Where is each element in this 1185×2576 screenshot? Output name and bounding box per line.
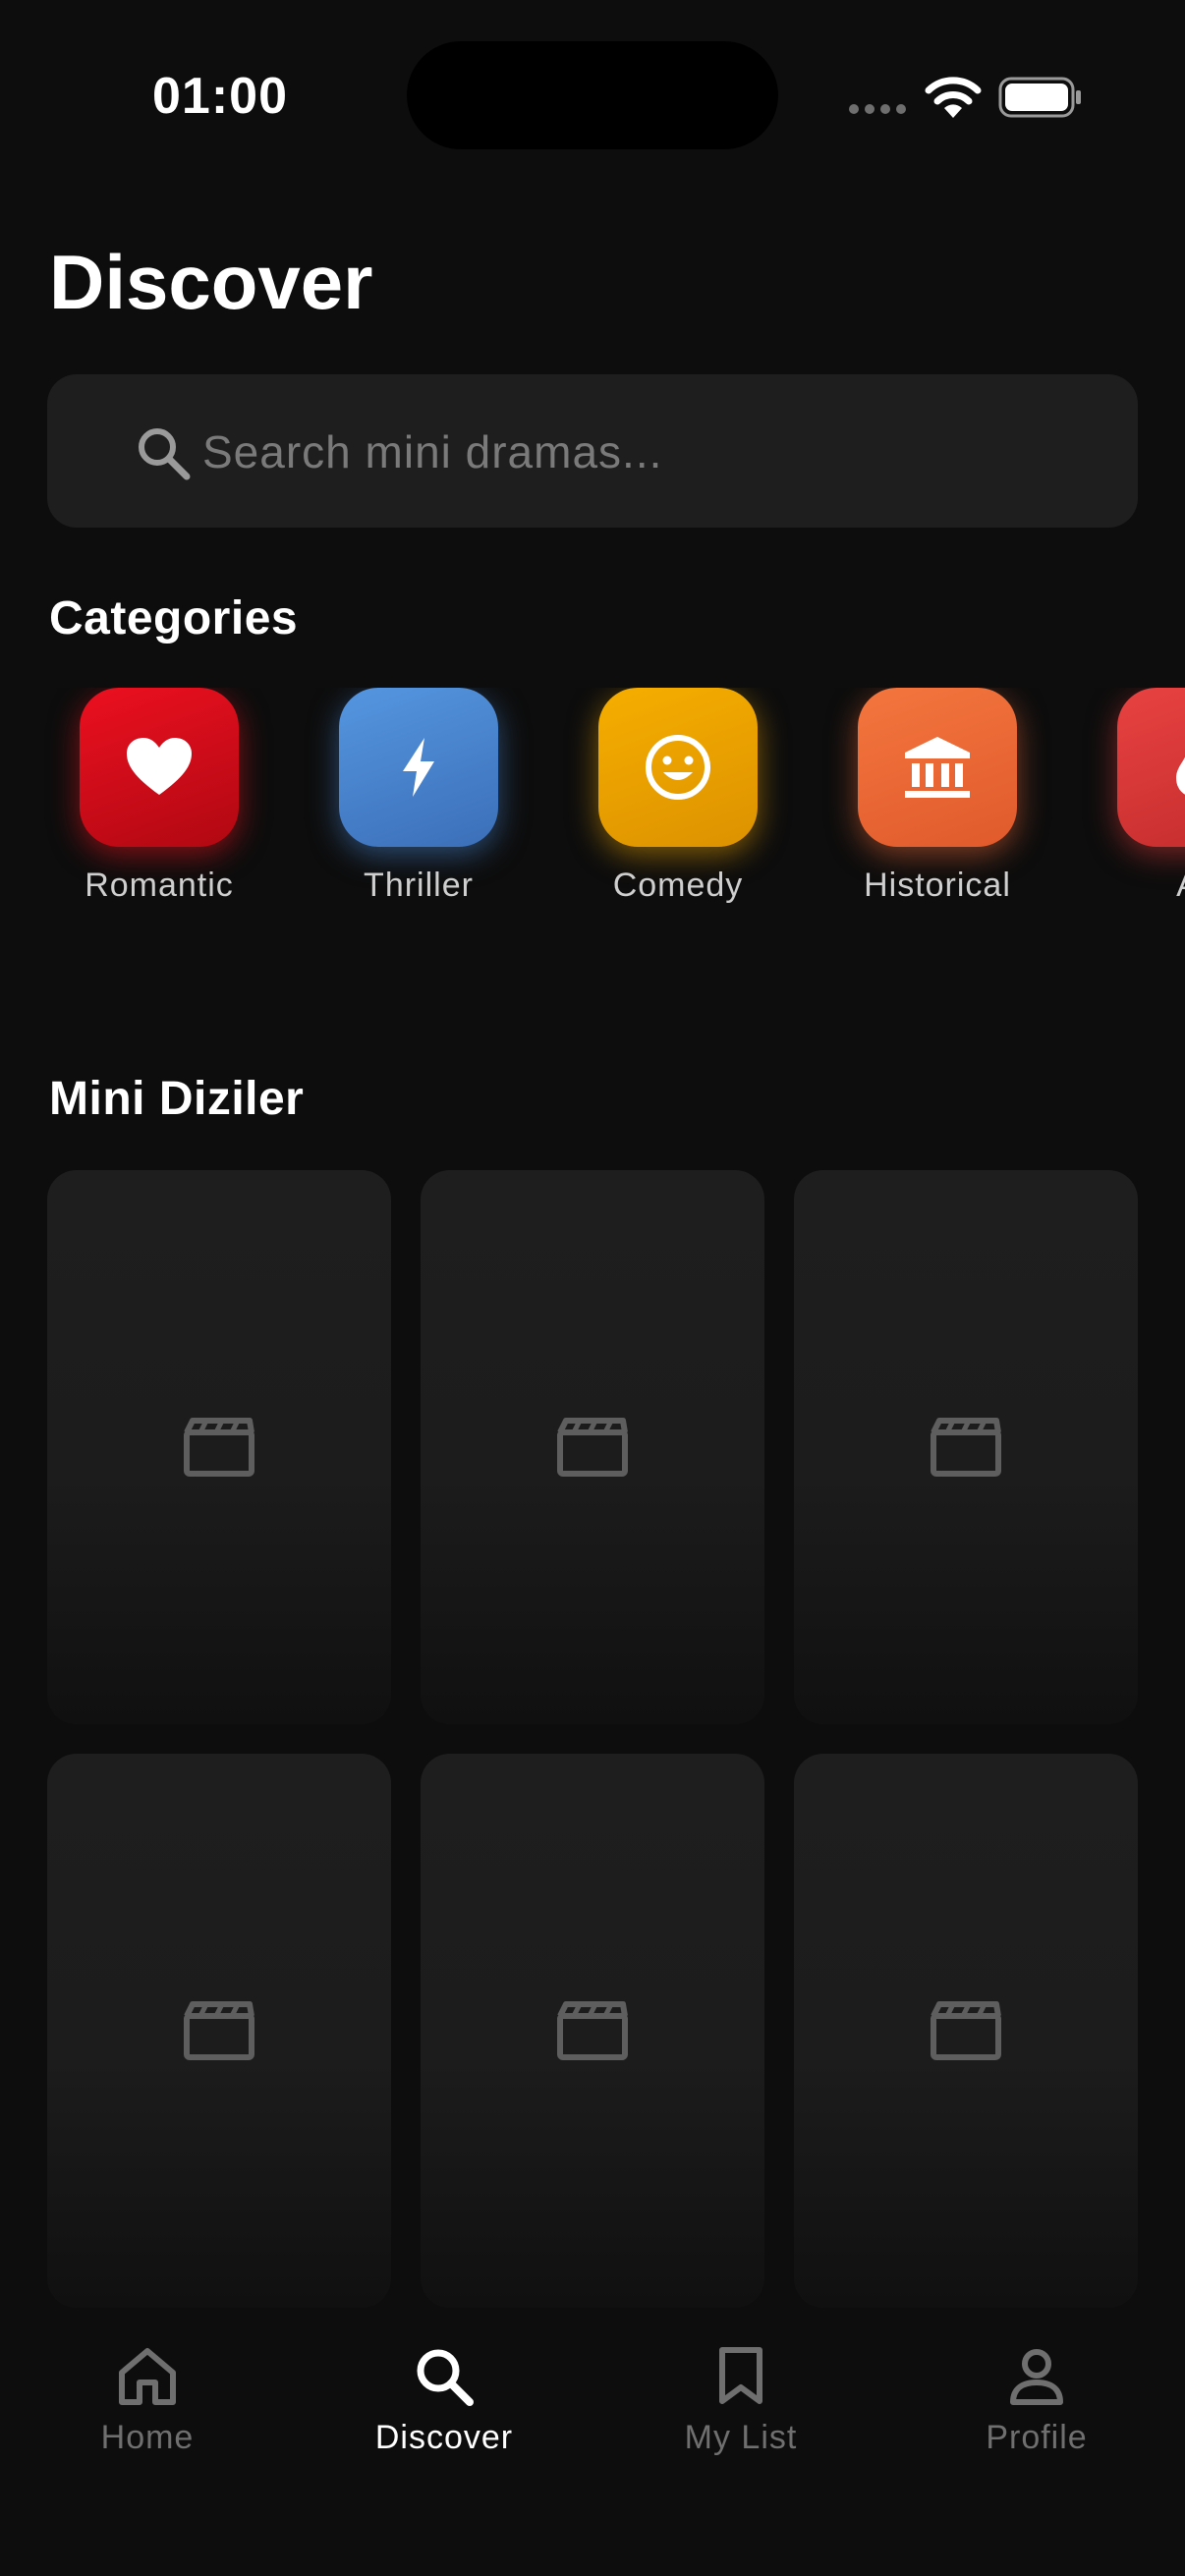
wifi-icon (925, 77, 982, 118)
nav-label: Home (100, 2419, 195, 2456)
category-label: Comedy (612, 867, 744, 904)
clapperboard-icon (931, 1418, 1001, 1477)
drama-card[interactable] (47, 1754, 391, 2308)
heart-icon (127, 738, 192, 795)
search-icon (139, 428, 191, 480)
bookmark-icon (719, 2347, 762, 2404)
home-icon (119, 2348, 176, 2405)
status-time: 01:00 (152, 68, 288, 125)
search-bar[interactable] (47, 374, 1138, 528)
drama-card[interactable] (421, 1754, 764, 2308)
category-historical[interactable]: Historical (824, 688, 1050, 905)
search-icon (417, 2349, 474, 2406)
categories-heading: Categories (49, 592, 299, 644)
clapperboard-icon (184, 2001, 254, 2060)
person-icon (1010, 2349, 1063, 2405)
nav-profile[interactable]: Profile (889, 2342, 1184, 2457)
category-tile (1117, 688, 1185, 847)
status-bar: 01:00 (0, 0, 1185, 187)
bottom-nav: Home Discover My List Profile (0, 2309, 1185, 2576)
category-tile (80, 688, 239, 847)
nav-my-list[interactable]: My List (593, 2342, 888, 2457)
categories-row: Romantic Thriller Comedy Historical (0, 688, 1185, 924)
nav-label: My List (684, 2419, 798, 2456)
category-thriller[interactable]: Thriller (306, 688, 532, 905)
category-action[interactable]: Ac (1084, 688, 1185, 905)
nav-label: Discover (374, 2419, 514, 2456)
flame-icon (1176, 756, 1185, 795)
clapperboard-icon (557, 2001, 628, 2060)
category-label: Historical (864, 867, 1011, 904)
bank-icon (905, 737, 970, 798)
drama-card[interactable] (794, 1754, 1138, 2308)
search-input[interactable] (200, 404, 1089, 500)
nav-label: Profile (986, 2419, 1088, 2456)
category-label: Romantic (85, 867, 234, 904)
clapperboard-icon (184, 1418, 254, 1477)
drama-card[interactable] (421, 1170, 764, 1724)
category-tile (858, 688, 1017, 847)
dynamic-island (407, 41, 778, 149)
clapperboard-icon (557, 1418, 628, 1477)
nav-home[interactable]: Home (0, 2342, 295, 2457)
category-tile (598, 688, 758, 847)
category-label: Ac (1084, 867, 1185, 905)
category-tile (339, 688, 498, 847)
drama-card[interactable] (47, 1170, 391, 1724)
mini-series-heading: Mini Diziler (49, 1073, 305, 1125)
smiley-icon (646, 735, 710, 800)
category-label: Thriller (364, 867, 474, 904)
cellular-signal-icon (849, 104, 906, 114)
nav-discover[interactable]: Discover (297, 2342, 592, 2457)
page-title: Discover (49, 239, 373, 325)
bolt-icon (403, 738, 434, 797)
battery-icon (998, 77, 1081, 118)
clapperboard-icon (931, 2001, 1001, 2060)
category-romantic[interactable]: Romantic (46, 688, 272, 905)
category-comedy[interactable]: Comedy (565, 688, 791, 905)
drama-card[interactable] (794, 1170, 1138, 1724)
